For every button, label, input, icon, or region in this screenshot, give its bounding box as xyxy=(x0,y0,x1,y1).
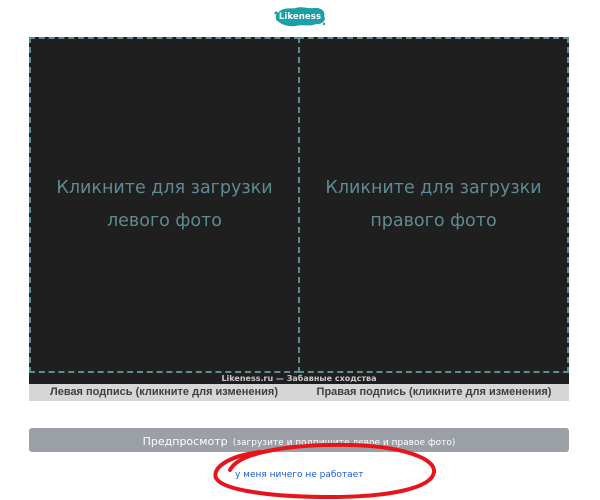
left-photo-upload-area[interactable]: Кликните для загрузки левого фото xyxy=(29,37,300,373)
right-caption[interactable]: Правая подпись (кликните для изменения) xyxy=(299,384,569,401)
left-upload-prompt: Кликните для загрузки левого фото xyxy=(56,178,273,231)
help-link[interactable]: у меня ничего не работает xyxy=(235,470,363,480)
caption-bar: Левая подпись (кликните для изменения) П… xyxy=(29,384,569,401)
left-caption[interactable]: Левая подпись (кликните для изменения) xyxy=(29,384,299,401)
preview-button[interactable]: Предпросмотр (загрузите и подпишите лево… xyxy=(29,428,569,452)
preview-button-hint: (загрузите и подпишите левое и правое фо… xyxy=(232,438,456,448)
right-photo-upload-area[interactable]: Кликните для загрузки правого фото xyxy=(298,37,569,373)
likeness-logo[interactable]: Likeness xyxy=(274,7,326,27)
right-upload-prompt: Кликните для загрузки правого фото xyxy=(325,178,542,231)
photo-stage: Кликните для загрузки левого фото Кликни… xyxy=(29,37,569,384)
watermark: Likeness.ru — Забавные сходства xyxy=(221,374,377,383)
logo-text: Likeness xyxy=(278,12,322,22)
preview-button-label: Предпросмотр xyxy=(142,435,228,448)
